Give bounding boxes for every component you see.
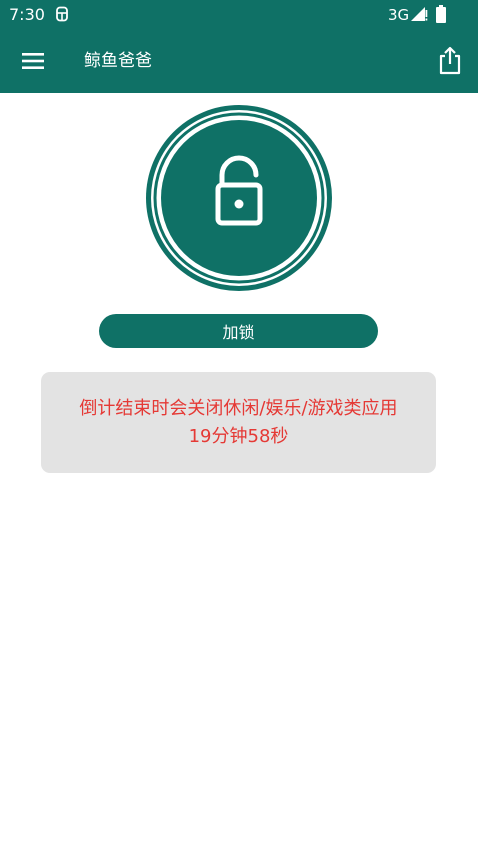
menu-icon[interactable] — [20, 50, 46, 72]
share-icon[interactable] — [437, 45, 463, 75]
battery-icon — [436, 5, 446, 23]
countdown-message: 倒计结束时会关闭休闲/娱乐/游戏类应用 — [79, 397, 398, 419]
lock-dial[interactable] — [144, 103, 334, 293]
countdown-info-card: 倒计结束时会关闭休闲/娱乐/游戏类应用 19分钟58秒 — [41, 372, 436, 473]
dial-center — [161, 120, 317, 276]
lock-button-label: 加锁 — [222, 323, 255, 342]
status-bar: 7:30 3G — [0, 0, 478, 30]
lock-button[interactable]: 加锁 — [99, 314, 378, 348]
status-time: 7:30 — [9, 5, 45, 24]
notification-app-icon — [56, 6, 68, 22]
status-network: 3G — [388, 6, 410, 24]
app-title: 鲸鱼爸爸 — [84, 51, 152, 71]
countdown-remaining: 19分钟58秒 — [188, 425, 289, 447]
signal-icon — [411, 7, 428, 21]
app-bar: 鲸鱼爸爸 — [0, 30, 478, 93]
